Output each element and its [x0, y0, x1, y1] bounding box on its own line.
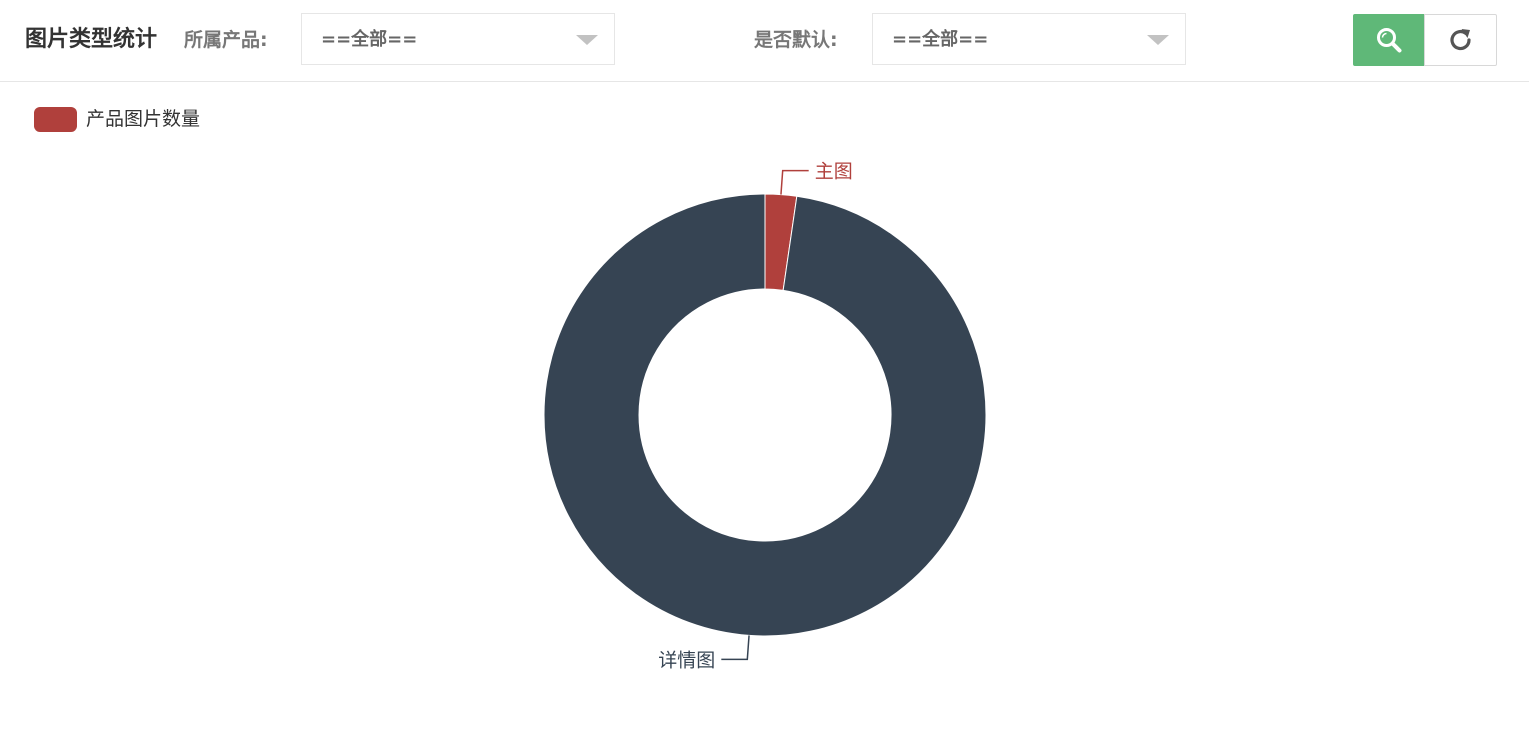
product-select-value: ==全部== [321, 29, 418, 50]
label-leader-line-0 [780, 169, 809, 195]
refresh-icon [1449, 29, 1471, 51]
chevron-down-icon [576, 35, 598, 45]
label-leader-line-1 [721, 635, 750, 661]
default-select[interactable]: ==全部== [872, 13, 1186, 65]
search-icon [1377, 28, 1402, 53]
donut-chart: 主图详情图 [543, 161, 987, 671]
product-filter-label: 所属产品: [184, 29, 268, 51]
product-select[interactable]: ==全部== [301, 13, 615, 65]
filter-toolbar: 图片类型统计 所属产品: ==全部== 是否默认: ==全部== [0, 0, 1529, 82]
pie-slice-1[interactable] [543, 193, 987, 637]
chevron-down-icon [1147, 35, 1169, 45]
slice-label-1: 详情图 [658, 649, 715, 671]
default-select-value: ==全部== [892, 29, 989, 50]
slice-label-0: 主图 [815, 161, 853, 183]
default-filter-label: 是否默认: [754, 29, 838, 51]
search-button[interactable] [1353, 14, 1425, 66]
refresh-button[interactable] [1424, 14, 1497, 66]
page-title: 图片类型统计 [25, 27, 158, 52]
